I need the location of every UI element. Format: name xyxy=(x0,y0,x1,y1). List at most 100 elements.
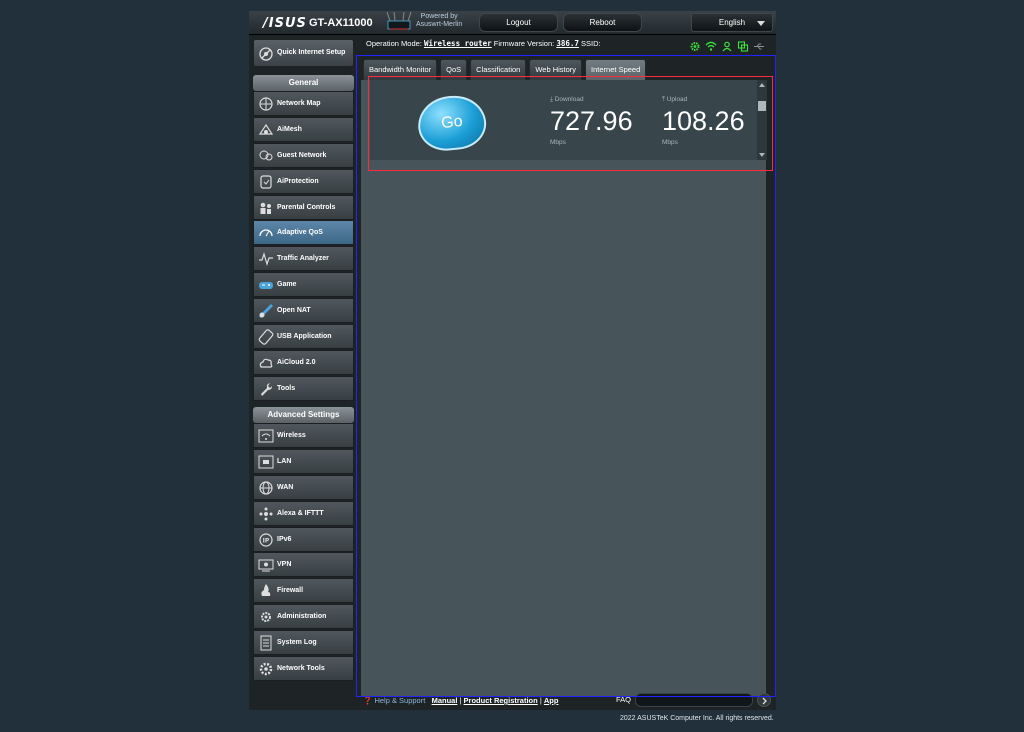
quick-setup-label: Quick Internet Setup xyxy=(277,49,346,56)
download-arrow-icon: ⤓ xyxy=(550,96,553,103)
sidebar-item-label: System Log xyxy=(277,639,317,647)
sidebar-item-system-log[interactable]: System Log xyxy=(253,630,354,656)
aimesh-icon xyxy=(258,122,274,138)
language-select[interactable]: English xyxy=(691,13,773,32)
admin-icon xyxy=(258,609,274,625)
sidebar-item-tools[interactable]: Tools xyxy=(253,375,354,401)
sidebar-item-label: Traffic Analyzer xyxy=(277,255,329,263)
manual-link[interactable]: Manual xyxy=(432,696,458,705)
sidebar-item-vpn[interactable]: VPN xyxy=(253,552,354,578)
tab-internet-speed[interactable]: Internet Speed xyxy=(585,59,647,80)
faq-label: FAQ xyxy=(616,695,632,704)
ssid-label: SSID: xyxy=(581,39,601,48)
user-icon[interactable] xyxy=(721,39,733,52)
advanced-menu: Wireless LAN WAN Alexa & IFTTT IP IPv6 VPN Fire… xyxy=(253,423,354,682)
footer-links: ❓ Help & Support Manual | Product Regist… xyxy=(363,696,559,705)
tab-bandwidth-monitor[interactable]: Bandwidth Monitor xyxy=(363,59,438,80)
advanced-settings-header: Advanced Settings xyxy=(253,407,354,423)
upload-metric: ⤒ Upload 108.26 Mbps xyxy=(662,96,745,146)
copy-icon[interactable] xyxy=(737,39,749,52)
logout-button[interactable]: Logout xyxy=(479,13,558,32)
sidebar-item-label: Network Tools xyxy=(277,665,325,673)
sidebar-item-ipv6[interactable]: IP IPv6 xyxy=(253,526,354,552)
network-map-icon xyxy=(258,96,274,112)
sidebar-item-label: LAN xyxy=(277,457,292,465)
download-label: Download xyxy=(554,96,584,103)
tab-web-history[interactable]: Web History xyxy=(529,59,583,80)
help-support-link[interactable]: ❓ Help & Support xyxy=(363,696,427,705)
qos-icon xyxy=(258,225,274,241)
model-name: GT-AX11000 xyxy=(309,17,373,29)
sidebar-item-open-nat[interactable]: Open NAT xyxy=(253,298,354,324)
sidebar-item-label: Parental Controls xyxy=(277,203,336,211)
download-header: ⤓ Download xyxy=(550,96,633,104)
speedtest-scrollbar[interactable] xyxy=(757,80,767,160)
app-link[interactable]: App xyxy=(544,696,559,705)
router-icon xyxy=(386,11,412,30)
sidebar-item-wan[interactable]: WAN xyxy=(253,474,354,500)
status-icons xyxy=(689,39,765,52)
download-unit: Mbps xyxy=(550,139,566,146)
usb-icon[interactable] xyxy=(753,39,765,50)
system-log-icon xyxy=(258,635,274,651)
sidebar-item-label: AiCloud 2.0 xyxy=(277,358,316,366)
sidebar-item-administration[interactable]: Administration xyxy=(253,604,354,630)
sidebar-item-lan[interactable]: LAN xyxy=(253,448,354,474)
sidebar-item-network-tools[interactable]: Network Tools xyxy=(253,656,354,682)
sidebar-item-label: Alexa & IFTTT xyxy=(277,509,324,517)
vpn-icon xyxy=(258,557,274,573)
reboot-button[interactable]: Reboot xyxy=(563,13,642,32)
powered-by-line1: Powered by xyxy=(420,13,458,20)
scroll-thumb[interactable] xyxy=(758,101,766,111)
sidebar-item-aiprotection[interactable]: AiProtection xyxy=(253,168,354,194)
sidebar-item-network-map[interactable]: Network Map xyxy=(253,91,354,116)
tab-classification[interactable]: Classification xyxy=(470,59,527,80)
sidebar-item-label: Adaptive QoS xyxy=(277,229,323,237)
firmware-value-link[interactable]: 386.7 xyxy=(556,39,579,48)
scroll-up-icon[interactable] xyxy=(759,83,765,87)
faq-search-button[interactable] xyxy=(757,693,771,707)
sidebar-item-wireless[interactable]: Wireless xyxy=(253,423,354,448)
top-banner: /ISUS GT-AX11000 Powered by Asuswrt-Merl… xyxy=(249,11,776,35)
sidebar-item-alexa-ifttt[interactable]: Alexa & IFTTT xyxy=(253,500,354,526)
sidebar-item-parental-controls[interactable]: Parental Controls xyxy=(253,194,354,220)
sidebar-item-label: Network Map xyxy=(277,100,321,107)
qos-tabs: Bandwidth Monitor QoS Classification Web Hi… xyxy=(363,59,649,80)
sidebar-item-game[interactable]: Game xyxy=(253,272,354,298)
faq-search-input[interactable] xyxy=(635,693,753,707)
alexa-icon xyxy=(258,506,274,522)
sidebar-item-firewall[interactable]: Firewall xyxy=(253,578,354,604)
usb-app-icon xyxy=(258,329,274,345)
sidebar-item-traffic-analyzer[interactable]: Traffic Analyzer xyxy=(253,246,354,272)
analyzer-icon xyxy=(258,251,274,267)
open-nat-icon xyxy=(258,303,274,319)
sidebar-item-aicloud-2-0[interactable]: AiCloud 2.0 xyxy=(253,349,354,375)
sidebar-item-guest-network[interactable]: Guest Network xyxy=(253,142,354,168)
help-icon: ❓ xyxy=(363,696,373,705)
general-menu: Network Map AiMesh Guest Network AiProtecti… xyxy=(253,91,354,402)
sidebar-item-adaptive-qos[interactable]: Adaptive QoS xyxy=(253,220,354,246)
sidebar-item-label: USB Application xyxy=(277,333,332,341)
general-section-header: General xyxy=(253,75,354,91)
svg-text:IP: IP xyxy=(263,537,270,544)
wireless-icon xyxy=(258,428,274,444)
wifi-icon[interactable] xyxy=(705,39,717,51)
firmware-label: Firmware Version: xyxy=(493,39,555,48)
powered-by-line2: Asuswrt-Merlin xyxy=(416,21,463,28)
globe-icon xyxy=(258,480,274,496)
firewall-icon xyxy=(258,583,274,599)
sidebar-item-label: Wireless xyxy=(277,432,306,439)
lan-icon xyxy=(258,454,274,470)
sidebar-item-aimesh[interactable]: AiMesh xyxy=(253,116,354,142)
sidebar-item-label: AiProtection xyxy=(277,177,319,185)
cloud-icon xyxy=(258,355,274,371)
tab-qos[interactable]: QoS xyxy=(440,59,468,80)
quick-internet-setup-button[interactable]: Quick Internet Setup xyxy=(253,39,354,67)
gear-icon[interactable] xyxy=(689,39,701,51)
sidebar-item-usb-application[interactable]: USB Application xyxy=(253,324,354,350)
wrench-icon xyxy=(258,381,274,397)
scroll-down-icon[interactable] xyxy=(759,153,765,157)
product-registration-link[interactable]: Product Registration xyxy=(464,696,538,705)
powered-by: Powered by Asuswrt-Merlin xyxy=(416,13,462,29)
mode-value-link[interactable]: Wireless router xyxy=(424,39,492,48)
